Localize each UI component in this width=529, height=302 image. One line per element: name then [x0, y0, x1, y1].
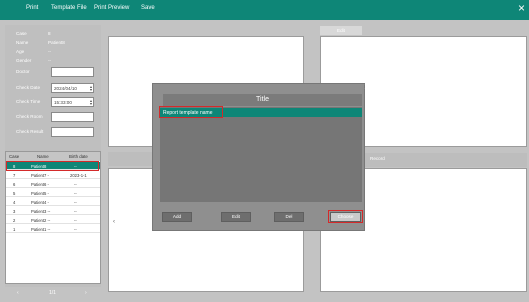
row-birth: --: [74, 163, 77, 169]
check-time-label: Check Time: [16, 99, 41, 104]
row-birth: --: [74, 226, 77, 232]
dialog-title: Title: [163, 94, 362, 106]
patient-row[interactable]: 2 Patient2 -- --: [6, 216, 100, 224]
age-value: --: [48, 49, 52, 54]
row-name: Patient1 --: [31, 226, 51, 232]
row-birth: --: [74, 217, 77, 223]
time-spinner-icon[interactable]: ▴ ▾: [90, 99, 92, 106]
row-case: 3: [13, 208, 16, 214]
check-time-input[interactable]: 15:33:00 ▴ ▾: [51, 97, 94, 107]
gender-row: Gender --: [5, 56, 101, 66]
row-birth: --: [74, 199, 77, 205]
check-room-label: Check Room: [16, 114, 43, 119]
row-birth: --: [74, 181, 77, 187]
print-menu[interactable]: Print: [26, 5, 38, 11]
row-case: 7: [13, 172, 16, 178]
edit-button[interactable]: Edit: [320, 26, 362, 35]
row-name: Patient5 -: [31, 190, 49, 196]
save-menu[interactable]: Save: [141, 5, 155, 11]
add-button[interactable]: Add: [162, 212, 192, 222]
check-time-value: 15:33:00: [54, 100, 72, 105]
row-name: Patient7 -: [31, 172, 49, 178]
prev-page-icon[interactable]: ‹: [17, 290, 19, 296]
header-name: Name: [37, 154, 49, 159]
record-label: Record: [370, 156, 385, 161]
check-date-input[interactable]: 2024/04/10 ▴ ▾: [51, 83, 94, 93]
row-case: 2: [13, 217, 16, 223]
patient-row[interactable]: 5 Patient5 - --: [6, 189, 100, 197]
row-birth: 2023-1-1: [70, 172, 87, 178]
patient-row[interactable]: 4 Patient4 - --: [6, 198, 100, 206]
next-page-icon[interactable]: ›: [85, 290, 87, 296]
check-date-label: Check Date: [16, 85, 41, 90]
name-value: Patient8: [48, 40, 65, 45]
patient-row[interactable]: 6 Patient6 - --: [6, 180, 100, 188]
dialog-close-icon[interactable]: ×: [364, 82, 370, 93]
patient-list: Case Name Birth date 8 Patient8 -- 7 Pat…: [5, 151, 101, 284]
template-list: [160, 107, 362, 202]
case-value: 8: [48, 31, 51, 36]
row-name: Patient4 -: [31, 199, 49, 205]
doctor-input[interactable]: [51, 67, 94, 77]
patient-row[interactable]: 3 Patient3 -- --: [6, 207, 100, 215]
row-case: 8: [13, 163, 16, 169]
page-indicator: 1/1: [49, 290, 56, 296]
template-item-label: Report template name: [163, 109, 213, 116]
row-name: Patient6 -: [31, 181, 49, 187]
row-name: Patient3 --: [31, 208, 51, 214]
edit-template-button[interactable]: Edit: [221, 212, 251, 222]
delete-button[interactable]: Del: [274, 212, 304, 222]
pager: ‹ 1/1 ›: [5, 287, 101, 299]
check-result-label: Check Result: [16, 129, 44, 134]
row-birth: --: [74, 208, 77, 214]
doctor-row: Doctor: [5, 67, 101, 77]
check-result-row: Check Result: [5, 127, 101, 137]
template-file-menu[interactable]: Template File: [51, 5, 87, 11]
template-list-item[interactable]: Report template name: [160, 108, 362, 117]
row-name: Patient8: [31, 163, 47, 169]
header-case: Case: [9, 154, 20, 159]
age-label: Age: [16, 49, 25, 54]
top-toolbar: Print Template File Print Preview Save ×: [0, 0, 529, 20]
check-time-row: Check Time 15:33:00 ▴ ▾: [5, 97, 101, 107]
doctor-label: Doctor: [16, 69, 30, 74]
patient-row[interactable]: 1 Patient1 -- --: [6, 225, 100, 233]
close-icon[interactable]: ×: [518, 2, 525, 14]
gender-value: --: [48, 58, 52, 63]
date-spinner-icon[interactable]: ▴ ▾: [90, 85, 92, 92]
row-case: 1: [13, 226, 16, 232]
row-case: 6: [13, 181, 16, 187]
case-label: Case: [16, 31, 27, 36]
header-birth-date: Birth date: [69, 154, 88, 159]
print-preview-menu[interactable]: Print Preview: [94, 5, 129, 11]
row-birth: --: [74, 190, 77, 196]
choose-button[interactable]: Choose: [330, 212, 361, 222]
patient-list-header: Case Name Birth date: [6, 152, 100, 161]
patient-row[interactable]: 7 Patient7 - 2023-1-1: [6, 171, 100, 179]
check-result-input[interactable]: [51, 127, 94, 137]
check-room-row: Check Room: [5, 112, 101, 122]
row-name: Patient2 --: [31, 217, 51, 223]
check-room-input[interactable]: [51, 112, 94, 122]
check-date-row: Check Date 2024/04/10 ▴ ▾: [5, 83, 101, 93]
check-date-value: 2024/04/10: [54, 86, 77, 91]
name-label: Name: [16, 40, 29, 45]
patient-row[interactable]: 8 Patient8 --: [6, 162, 100, 170]
collapse-arrow-icon[interactable]: ‹: [113, 219, 115, 225]
row-case: 5: [13, 190, 16, 196]
gender-label: Gender: [16, 58, 32, 63]
row-case: 4: [13, 199, 16, 205]
